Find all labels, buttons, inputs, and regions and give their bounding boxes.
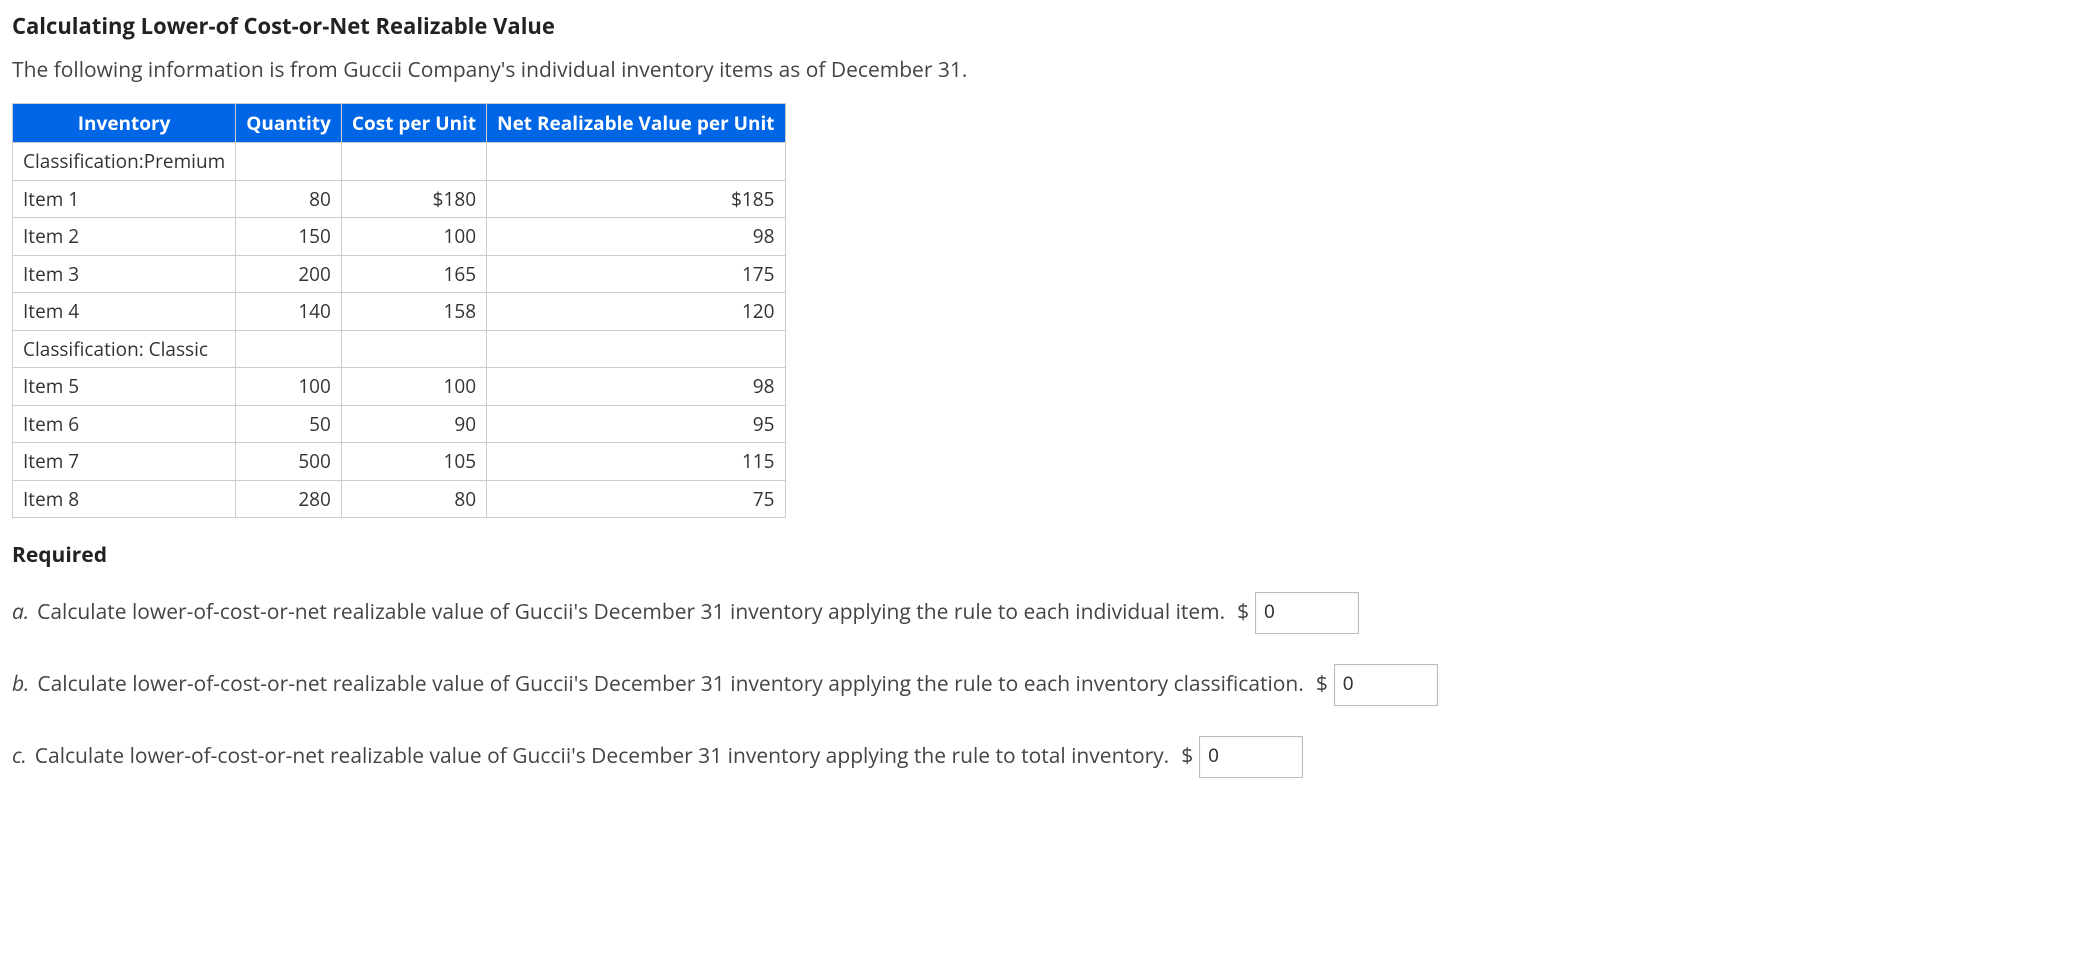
cell-label: Item 5	[13, 368, 236, 406]
page-title: Calculating Lower-of Cost-or-Net Realiza…	[12, 10, 2080, 43]
cell-label: Classification:Premium	[13, 143, 236, 181]
cell-nrv: 98	[487, 368, 785, 406]
cell-qty	[236, 143, 342, 181]
col-inventory: Inventory	[13, 103, 236, 143]
question-letter: b.	[12, 669, 29, 701]
table-row: Item 6 50 90 95	[13, 405, 786, 443]
cell-qty: 150	[236, 218, 342, 256]
question-letter: c.	[12, 741, 27, 773]
cell-cost: 165	[341, 255, 486, 293]
answer-input-c[interactable]	[1199, 736, 1303, 778]
cell-nrv	[487, 330, 785, 368]
cell-cost: 158	[341, 293, 486, 331]
cell-label: Item 8	[13, 480, 236, 518]
col-nrv: Net Realizable Value per Unit	[487, 103, 785, 143]
table-row: Item 5 100 100 98	[13, 368, 786, 406]
inventory-table: Inventory Quantity Cost per Unit Net Rea…	[12, 103, 786, 519]
question-text: Calculate lower-of-cost-or-net realizabl…	[37, 669, 1303, 701]
answer-input-a[interactable]	[1255, 592, 1359, 634]
cell-cost: 100	[341, 368, 486, 406]
required-heading: Required	[12, 540, 2080, 572]
cell-label: Item 4	[13, 293, 236, 331]
currency-symbol: $	[1181, 741, 1193, 773]
cell-cost: 105	[341, 443, 486, 481]
cell-nrv: 98	[487, 218, 785, 256]
intro-text: The following information is from Guccii…	[12, 55, 2080, 87]
table-row: Item 1 80 $180 $185	[13, 180, 786, 218]
cell-label: Item 6	[13, 405, 236, 443]
cell-nrv: 95	[487, 405, 785, 443]
cell-cost: $180	[341, 180, 486, 218]
cell-cost: 80	[341, 480, 486, 518]
currency-symbol: $	[1316, 669, 1328, 701]
col-cost: Cost per Unit	[341, 103, 486, 143]
table-row: Item 8 280 80 75	[13, 480, 786, 518]
question-a: a. Calculate lower-of-cost-or-net realiz…	[12, 592, 2080, 634]
question-b: b. Calculate lower-of-cost-or-net realiz…	[12, 664, 2080, 706]
cell-cost: 100	[341, 218, 486, 256]
answer-input-b[interactable]	[1334, 664, 1438, 706]
cell-label: Classification: Classic	[13, 330, 236, 368]
cell-label: Item 7	[13, 443, 236, 481]
table-row: Classification:Premium	[13, 143, 786, 181]
cell-nrv: $185	[487, 180, 785, 218]
cell-qty: 50	[236, 405, 342, 443]
question-c: c. Calculate lower-of-cost-or-net realiz…	[12, 736, 2080, 778]
table-row: Item 7 500 105 115	[13, 443, 786, 481]
cell-qty: 80	[236, 180, 342, 218]
cell-label: Item 2	[13, 218, 236, 256]
table-row: Item 2 150 100 98	[13, 218, 786, 256]
cell-qty: 280	[236, 480, 342, 518]
cell-cost: 90	[341, 405, 486, 443]
question-letter: a.	[12, 597, 29, 629]
cell-qty: 500	[236, 443, 342, 481]
cell-qty: 200	[236, 255, 342, 293]
cell-nrv: 115	[487, 443, 785, 481]
table-header-row: Inventory Quantity Cost per Unit Net Rea…	[13, 103, 786, 143]
cell-qty: 100	[236, 368, 342, 406]
cell-cost	[341, 143, 486, 181]
question-text: Calculate lower-of-cost-or-net realizabl…	[35, 741, 1169, 773]
table-row: Classification: Classic	[13, 330, 786, 368]
cell-label: Item 3	[13, 255, 236, 293]
table-row: Item 3 200 165 175	[13, 255, 786, 293]
cell-qty	[236, 330, 342, 368]
cell-cost	[341, 330, 486, 368]
cell-qty: 140	[236, 293, 342, 331]
cell-label: Item 1	[13, 180, 236, 218]
table-row: Item 4 140 158 120	[13, 293, 786, 331]
cell-nrv: 75	[487, 480, 785, 518]
cell-nrv: 175	[487, 255, 785, 293]
question-text: Calculate lower-of-cost-or-net realizabl…	[37, 597, 1225, 629]
currency-symbol: $	[1237, 597, 1249, 629]
cell-nrv	[487, 143, 785, 181]
cell-nrv: 120	[487, 293, 785, 331]
col-quantity: Quantity	[236, 103, 342, 143]
